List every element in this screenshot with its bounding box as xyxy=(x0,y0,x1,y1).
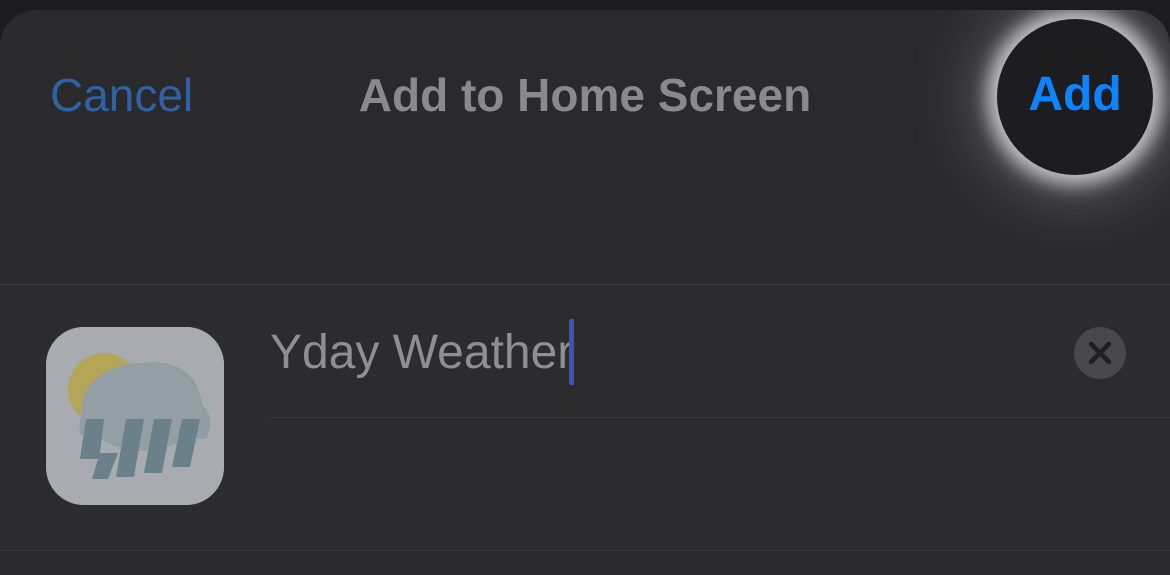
clear-text-icon xyxy=(1088,341,1112,365)
clear-text-button[interactable] xyxy=(1074,327,1126,379)
weather-app-icon xyxy=(46,327,224,505)
shortcut-form: Yday Weather xyxy=(0,284,1170,551)
page-title: Add to Home Screen xyxy=(358,69,812,121)
cancel-button[interactable]: Cancel xyxy=(50,66,193,124)
screen: Cancel Add to Home Screen Add Yday Weath… xyxy=(0,0,1170,575)
weather-icon-graphic xyxy=(46,327,224,505)
shortcut-name-input[interactable]: Yday Weather xyxy=(270,319,575,386)
nav-bar: Cancel Add to Home Screen Add xyxy=(0,10,1170,180)
shortcut-name-text: Yday Weather xyxy=(270,326,574,379)
text-cursor xyxy=(569,319,575,386)
add-to-home-sheet: Cancel Add to Home Screen Add Yday Weath… xyxy=(0,10,1170,575)
name-field-row: Yday Weather xyxy=(270,285,1170,418)
add-button[interactable]: Add xyxy=(997,66,1153,124)
